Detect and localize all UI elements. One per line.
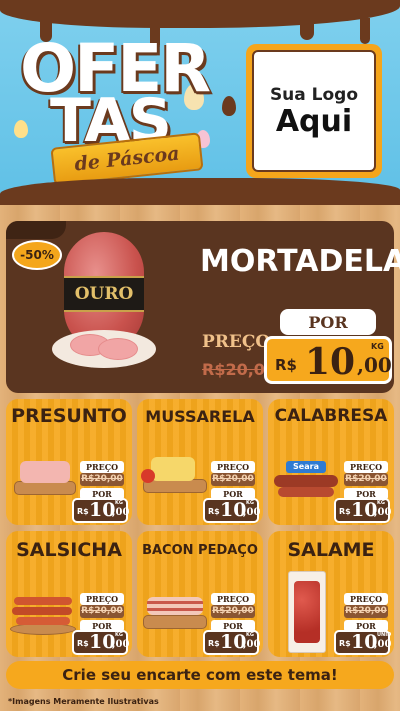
old-price: R$20,00 [344,605,388,618]
brand-label: Seara [286,461,326,473]
sausage-image [278,487,334,497]
logo-placeholder[interactable]: Sua Logo Aqui [246,44,382,178]
old-price: R$20,00 [211,605,255,618]
cutting-board-image [14,481,76,495]
logo-placeholder-inner: Sua Logo Aqui [252,50,376,172]
featured-old-label: PREÇO [202,332,271,352]
old-label: PREÇO [344,593,388,605]
product-name: PRESUNTO [11,405,127,427]
currency: R$ [77,507,89,516]
chocolate-drip [360,18,370,44]
price-unit: KG [377,500,385,506]
currency: R$ [339,639,351,648]
subtitle: de Páscoa [73,142,181,176]
price-tag: R$ 10 ,00 KG [203,498,261,523]
product-card-mussarela[interactable]: MUSSARELA PREÇO R$20,00 POR R$ 10 ,00 KG [137,399,263,525]
bunny-ears-icon [222,96,236,116]
price-cents: ,00 [112,639,130,650]
currency: R$ [339,507,351,516]
chocolate-drip-bottom [0,178,400,205]
easter-egg-icon [14,120,28,138]
old-price: R$20,00 [80,605,124,618]
mortadela-slice-image [98,338,138,360]
currency: R$ [77,639,89,648]
price-cents: ,00 [374,507,392,518]
featured-new-label: POR [280,309,376,335]
logo-text-line-2: Aqui [275,103,353,139]
price-cents: ,00 [243,639,261,650]
price-unit: KG [246,632,254,638]
old-price: R$20,00 [80,473,124,486]
old-label: PREÇO [80,461,124,473]
old-price: R$20,00 [344,473,388,486]
header-banner: OFER TAS de Páscoa Sua Logo Aqui [0,0,400,205]
featured-product-name: MORTADELA [200,244,400,279]
chocolate-drip-top [0,0,400,28]
salame-slices-image [294,581,320,643]
cta-button[interactable]: Crie seu encarte com este tema! [6,661,394,689]
product-name: BACON PEDAÇO [142,543,258,558]
price-tag: R$ 10 ,00 KG [72,498,130,523]
price-cents: ,00 [112,507,130,518]
price-cents: ,00 [357,353,392,377]
product-card-presunto[interactable]: PRESUNTO PREÇO R$20,00 POR R$ 10 ,00 KG [6,399,132,525]
currency: R$ [208,507,220,516]
cheese-image [151,457,195,481]
old-label: PREÇO [344,461,388,473]
currency: R$ [275,356,297,374]
price-unit: KG [115,632,123,638]
currency: R$ [208,639,220,648]
hot-dog-image [14,597,72,605]
product-name: MUSSARELA [145,407,255,426]
price-tag: R$ 10 ,00 KG [203,630,261,655]
price-tag: R$ 10 ,00 UNID [334,630,392,655]
chocolate-drip [300,20,314,40]
hot-dog-image [16,617,70,625]
price-tag: R$ 10 ,00 KG [72,630,130,655]
old-price: R$20,00 [211,473,255,486]
bacon-image [147,597,203,615]
price-unit: KG [246,500,254,506]
price-integer: 10 [305,341,356,383]
cutting-board-image [143,615,207,629]
featured-price-tag: R$ 10 ,00 KG [264,336,392,384]
logo-text-line-1: Sua Logo [269,84,359,105]
sausage-image [274,475,338,487]
price-unit: KG [115,500,123,506]
product-name: CALABRESA [274,406,388,426]
product-card-calabresa[interactable]: CALABRESA Seara PREÇO R$20,00 POR R$ 10 … [268,399,394,525]
price-cents: ,00 [374,639,392,650]
hot-dog-image [12,607,72,615]
price-cents: ,00 [243,507,261,518]
product-name: SALSICHA [16,539,122,561]
product-card-bacon[interactable]: BACON PEDAÇO PREÇO R$20,00 POR R$ 10 ,00… [137,531,263,657]
old-label: PREÇO [211,461,255,473]
tomato-image [141,469,155,483]
discount-badge: -50% [12,240,62,270]
product-card-salame[interactable]: SALAME PREÇO R$20,00 POR R$ 10 ,00 UNID [268,531,394,657]
ham-image [20,461,70,483]
price-unit: UNID [377,632,392,638]
disclaimer-note: *Imagens Meramente Ilustrativas [8,697,159,706]
product-name: SALAME [287,539,375,561]
product-card-salsicha[interactable]: SALSICHA PREÇO R$20,00 POR R$ 10 ,00 KG [6,531,132,657]
price-tag: R$ 10 ,00 KG [334,498,392,523]
chocolate-drip [6,221,66,239]
old-label: PREÇO [211,593,255,605]
mortadela-brand: OURO [74,284,134,304]
old-label: PREÇO [80,593,124,605]
price-unit: KG [371,342,384,351]
